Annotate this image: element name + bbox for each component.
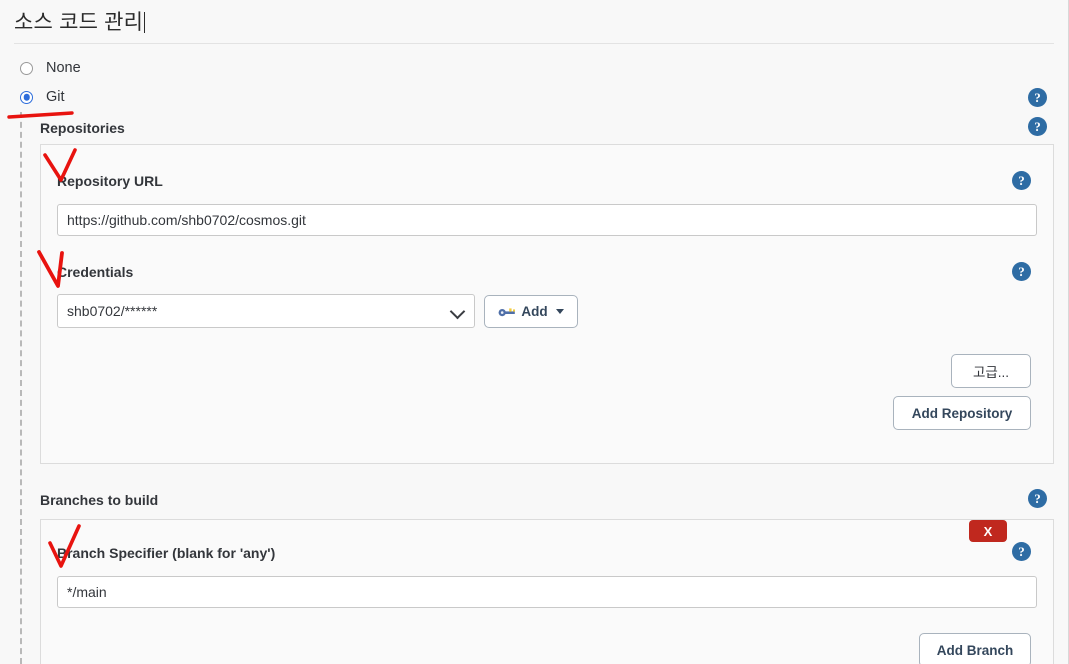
scm-option-none-label: None bbox=[46, 60, 81, 76]
caret-down-icon bbox=[555, 309, 564, 314]
add-repository-button[interactable]: Add Repository bbox=[893, 396, 1031, 430]
advanced-button-label: 고급... bbox=[972, 365, 1010, 380]
annotation-underline-git bbox=[7, 111, 74, 119]
section-indent-guide bbox=[20, 112, 22, 664]
help-icon-branches[interactable]: ? bbox=[1028, 489, 1047, 508]
help-icon-credentials[interactable]: ? bbox=[1012, 262, 1031, 281]
scm-config-page: 소스 코드 관리 None Git Repositories Repositor… bbox=[0, 0, 1069, 664]
radio-git-icon[interactable] bbox=[20, 90, 33, 104]
delete-branch-button[interactable]: X bbox=[969, 520, 1007, 542]
advanced-button[interactable]: 고급... bbox=[951, 354, 1031, 388]
scm-option-none[interactable]: None bbox=[20, 60, 81, 76]
title-divider bbox=[14, 43, 1054, 44]
credentials-label: Credentials bbox=[57, 264, 134, 280]
add-repository-button-label: Add Repository bbox=[911, 405, 1013, 421]
page-title: 소스 코드 관리 bbox=[14, 8, 146, 38]
title-text-caret bbox=[144, 12, 146, 33]
credentials-select[interactable]: shb0702/****** bbox=[57, 294, 475, 328]
delete-branch-button-label: X bbox=[983, 523, 993, 539]
add-credentials-button-label: Add bbox=[521, 304, 548, 319]
repository-url-input[interactable] bbox=[57, 204, 1037, 236]
branches-group-label: Branches to build bbox=[40, 492, 159, 508]
add-branch-button-label: Add Branch bbox=[936, 642, 1014, 658]
credentials-selected-value: shb0702/****** bbox=[67, 303, 158, 319]
repositories-group-label: Repositories bbox=[40, 120, 125, 136]
help-icon-branch-specifier[interactable]: ? bbox=[1012, 542, 1031, 561]
repository-url-label: Repository URL bbox=[57, 173, 163, 189]
add-branch-button[interactable]: Add Branch bbox=[919, 633, 1031, 664]
help-icon-repositories[interactable]: ? bbox=[1028, 117, 1047, 136]
key-icon bbox=[498, 306, 516, 318]
help-icon-git[interactable]: ? bbox=[1028, 88, 1047, 107]
help-icon-repository-url[interactable]: ? bbox=[1012, 171, 1031, 190]
page-title-text: 소스 코드 관리 bbox=[14, 11, 144, 34]
radio-none-icon[interactable] bbox=[20, 61, 33, 75]
branch-specifier-label: Branch Specifier (blank for 'any') bbox=[57, 545, 276, 561]
credentials-select-box[interactable]: shb0702/****** bbox=[57, 294, 475, 328]
add-credentials-button[interactable]: Add bbox=[484, 295, 578, 328]
branch-specifier-input[interactable] bbox=[57, 576, 1037, 608]
scm-option-git[interactable]: Git bbox=[20, 89, 65, 105]
scm-option-git-label: Git bbox=[46, 89, 65, 105]
